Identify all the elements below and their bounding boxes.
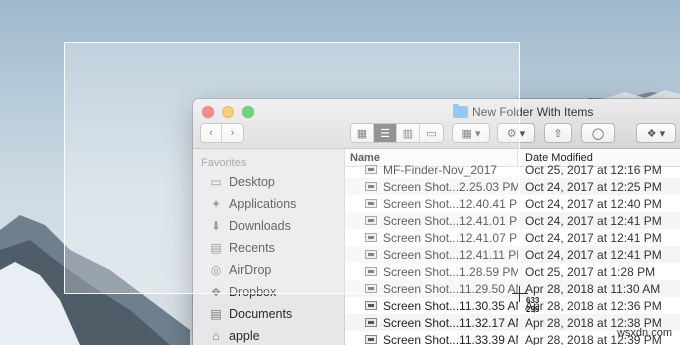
file-date: Oct 25, 2017 at 1:28 PM: [525, 264, 656, 279]
file-icon: [365, 335, 377, 344]
sidebar-item-apple[interactable]: ⌂ apple: [193, 325, 344, 345]
documents-icon: ▤: [210, 307, 222, 321]
share-icon: ⇧: [553, 127, 563, 140]
dropbox-icon: ❖ ▾: [646, 127, 666, 140]
file-name: Screen Shot...11.32.17 AM: [383, 315, 518, 330]
tags-button[interactable]: ◯: [581, 123, 615, 143]
tag-icon: ◯: [591, 127, 605, 140]
file-date: Apr 28, 2018 at 11:30 AM: [525, 281, 661, 296]
sidebar-item-documents[interactable]: ▤ Documents: [193, 303, 344, 325]
file-date: Oct 24, 2017 at 12:41 PM: [525, 247, 662, 262]
sidebar-item-label: apple: [229, 329, 260, 343]
dropbox-button[interactable]: ❖ ▾: [636, 123, 676, 143]
file-date: Oct 25, 2017 at 12:16 PM: [525, 162, 662, 177]
file-icon: [365, 301, 377, 310]
file-name: Screen Shot...11.30.35 AM: [383, 298, 518, 313]
cursor-coordinates: 633 295: [526, 296, 539, 314]
file-date: Oct 24, 2017 at 12:41 PM: [525, 213, 662, 228]
file-date: Oct 24, 2017 at 12:40 PM: [525, 196, 662, 211]
file-date: Apr 28, 2018 at 12:36 PM: [525, 298, 662, 313]
screenshot-selection-rect[interactable]: [64, 42, 520, 294]
sidebar-item-label: Documents: [229, 307, 293, 321]
cursor-x-readout: 633: [526, 296, 540, 305]
cursor-y-readout: 295: [526, 305, 540, 314]
watermark: wsxdn.com: [616, 327, 672, 339]
home-icon: ⌂: [212, 329, 220, 343]
file-icon: [365, 318, 377, 327]
file-name: Screen Shot...11.33.39 AM: [383, 332, 518, 345]
file-date: Oct 24, 2017 at 12:25 PM: [525, 179, 662, 194]
file-date: Oct 24, 2017 at 12:41 PM: [525, 230, 662, 245]
share-button[interactable]: ⇧: [544, 123, 572, 143]
